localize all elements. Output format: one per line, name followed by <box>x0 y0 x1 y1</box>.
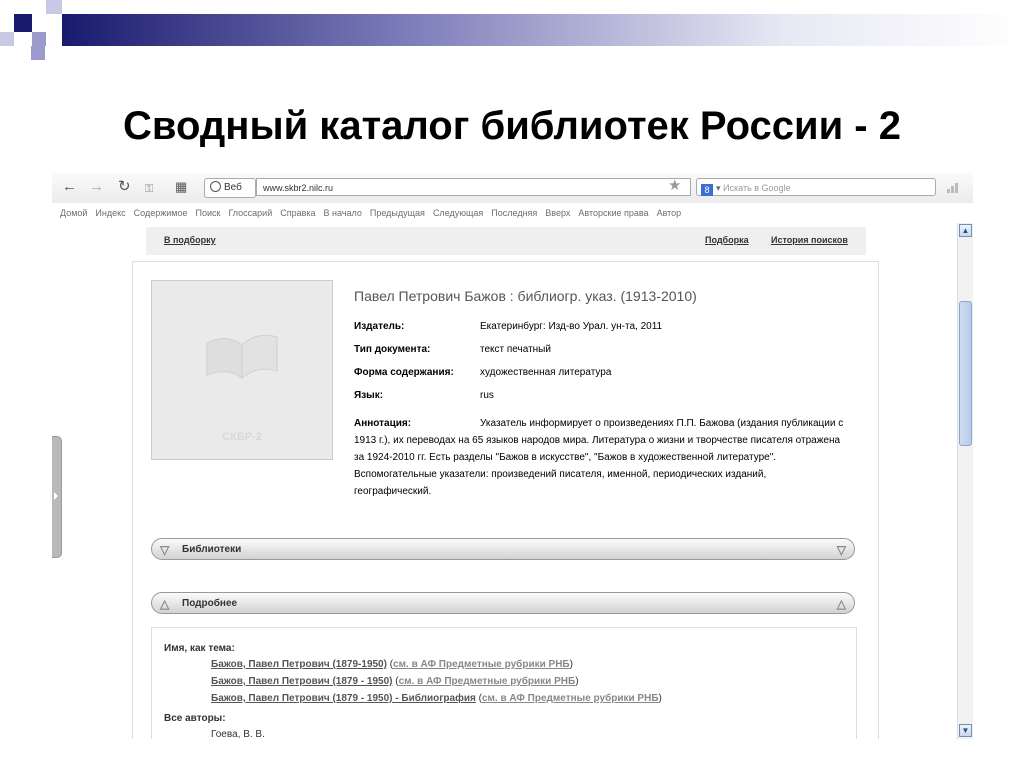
authority-link[interactable]: см. в АФ Предметные рубрики РНБ <box>399 676 576 687</box>
scroll-down-button[interactable]: ▼ <box>959 724 972 737</box>
browser-toolbar: ← → ↻ ⚿ ▦ Веб www.skbr2.nilc.ru ★ 8 ▾ Иск… <box>52 173 973 203</box>
selection-link[interactable]: Подборка <box>705 235 749 245</box>
cover-watermark: СКБР-2 <box>222 431 262 443</box>
page-content: В подборку Подборка История поисков СКБР… <box>52 223 957 739</box>
author-entry[interactable]: Гоева, В. В. <box>211 726 265 739</box>
media-icon[interactable]: ▦ <box>175 179 187 195</box>
chevron-up-icon: △ <box>160 597 170 611</box>
subject-heading: Имя, как тема: <box>164 643 235 654</box>
authors-heading: Все авторы: <box>164 713 226 724</box>
details-panel: Имя, как тема: Бажов, Павел Петрович (18… <box>151 627 857 739</box>
link-contents[interactable]: Содержимое <box>134 205 188 221</box>
title-decoration-bar <box>62 14 1024 46</box>
subject-link[interactable]: Бажов, Павел Петрович (1879-1950) <box>211 659 387 670</box>
search-history-link[interactable]: История поисков <box>771 235 848 245</box>
link-index[interactable]: Индекс <box>95 205 125 221</box>
decoration-square <box>32 32 46 46</box>
subject-link[interactable]: Бажов, Павел Петрович (1879 - 1950) <box>211 676 393 687</box>
chevron-up-icon: △ <box>836 597 846 611</box>
to-selection-link[interactable]: В подборку <box>164 235 216 245</box>
link-up[interactable]: Вверх <box>545 205 570 221</box>
authority-link[interactable]: см. в АФ Предметные рубрики РНБ <box>482 693 659 704</box>
chevron-down-icon: ▽ <box>836 543 846 557</box>
subject-entry: Бажов, Павел Петрович (1879 - 1950) (см.… <box>211 676 579 687</box>
record-panel: СКБР-2 Павел Петрович Бажов : библиогр. … <box>132 261 879 739</box>
chevron-down-icon: ▾ <box>716 183 721 193</box>
link-search[interactable]: Поиск <box>195 205 220 221</box>
cover-placeholder: СКБР-2 <box>151 280 333 460</box>
subject-entry: Бажов, Павел Петрович (1879 - 1950) - Би… <box>211 693 662 704</box>
link-start[interactable]: В начало <box>324 205 362 221</box>
subject-entry: Бажов, Павел Петрович (1879-1950) (см. в… <box>211 659 573 670</box>
bookmark-star-icon[interactable]: ★ <box>668 176 681 194</box>
decoration-square <box>46 0 62 14</box>
scroll-thumb[interactable] <box>959 301 972 446</box>
browser-screenshot: ← → ↻ ⚿ ▦ Веб www.skbr2.nilc.ru ★ 8 ▾ Иск… <box>52 173 973 739</box>
field-doc-type: Тип документа: текст печатный <box>354 344 551 355</box>
record-title: Павел Петрович Бажов : библиогр. указ. (… <box>354 288 697 304</box>
subject-link[interactable]: Бажов, Павел Петрович (1879 - 1950) - Би… <box>211 693 476 704</box>
vertical-scrollbar[interactable]: ▲ ▼ <box>957 223 973 739</box>
address-bar[interactable]: www.skbr2.nilc.ru <box>256 178 691 196</box>
link-author[interactable]: Автор <box>657 205 682 221</box>
libraries-section-toggle[interactable]: ▽ Библиотеки ▽ <box>151 538 855 560</box>
scroll-up-button[interactable]: ▲ <box>959 224 972 237</box>
search-input[interactable]: 8 ▾ Искать в Google <box>696 178 936 196</box>
decoration-square <box>0 32 14 46</box>
link-glossary[interactable]: Глоссарий <box>228 205 272 221</box>
details-section-toggle[interactable]: △ Подробнее △ <box>151 592 855 614</box>
authority-link[interactable]: см. в АФ Предметные рубрики РНБ <box>393 659 570 670</box>
link-home[interactable]: Домой <box>60 205 87 221</box>
decoration-square <box>31 46 45 60</box>
field-language: Язык: rus <box>354 390 494 401</box>
key-icon[interactable]: ⚿ <box>145 181 153 197</box>
links-bar: Домой Индекс Содержимое Поиск Глоссарий Справ… <box>52 205 973 221</box>
link-copyright[interactable]: Авторские права <box>578 205 648 221</box>
field-content-form: Форма содержания: художественная литерату… <box>354 367 612 378</box>
link-last[interactable]: Последняя <box>491 205 537 221</box>
back-arrow-icon[interactable]: ← <box>62 179 77 195</box>
book-icon <box>206 334 278 380</box>
field-publisher: Издатель: Екатеринбург: Изд-во Урал. ун-т… <box>354 321 663 332</box>
link-help[interactable]: Справка <box>280 205 315 221</box>
globe-icon <box>210 181 221 192</box>
web-tag[interactable]: Веб <box>204 178 256 198</box>
record-nav: В подборку Подборка История поисков <box>146 227 866 255</box>
forward-arrow-icon[interactable]: → <box>89 179 104 195</box>
chevron-down-icon: ▽ <box>160 543 170 557</box>
side-panel-toggle[interactable] <box>52 436 62 558</box>
link-next[interactable]: Следующая <box>433 205 483 221</box>
google-icon: 8 <box>701 184 713 196</box>
slide-title: Сводный каталог библиотек России - 2 <box>123 104 901 148</box>
decoration-square <box>14 14 32 32</box>
signal-icon <box>947 181 961 193</box>
reload-icon[interactable]: ↻ <box>118 179 131 195</box>
field-annotation: Аннотация: Указатель информирует о произв… <box>354 418 844 497</box>
link-previous[interactable]: Предыдущая <box>370 205 425 221</box>
